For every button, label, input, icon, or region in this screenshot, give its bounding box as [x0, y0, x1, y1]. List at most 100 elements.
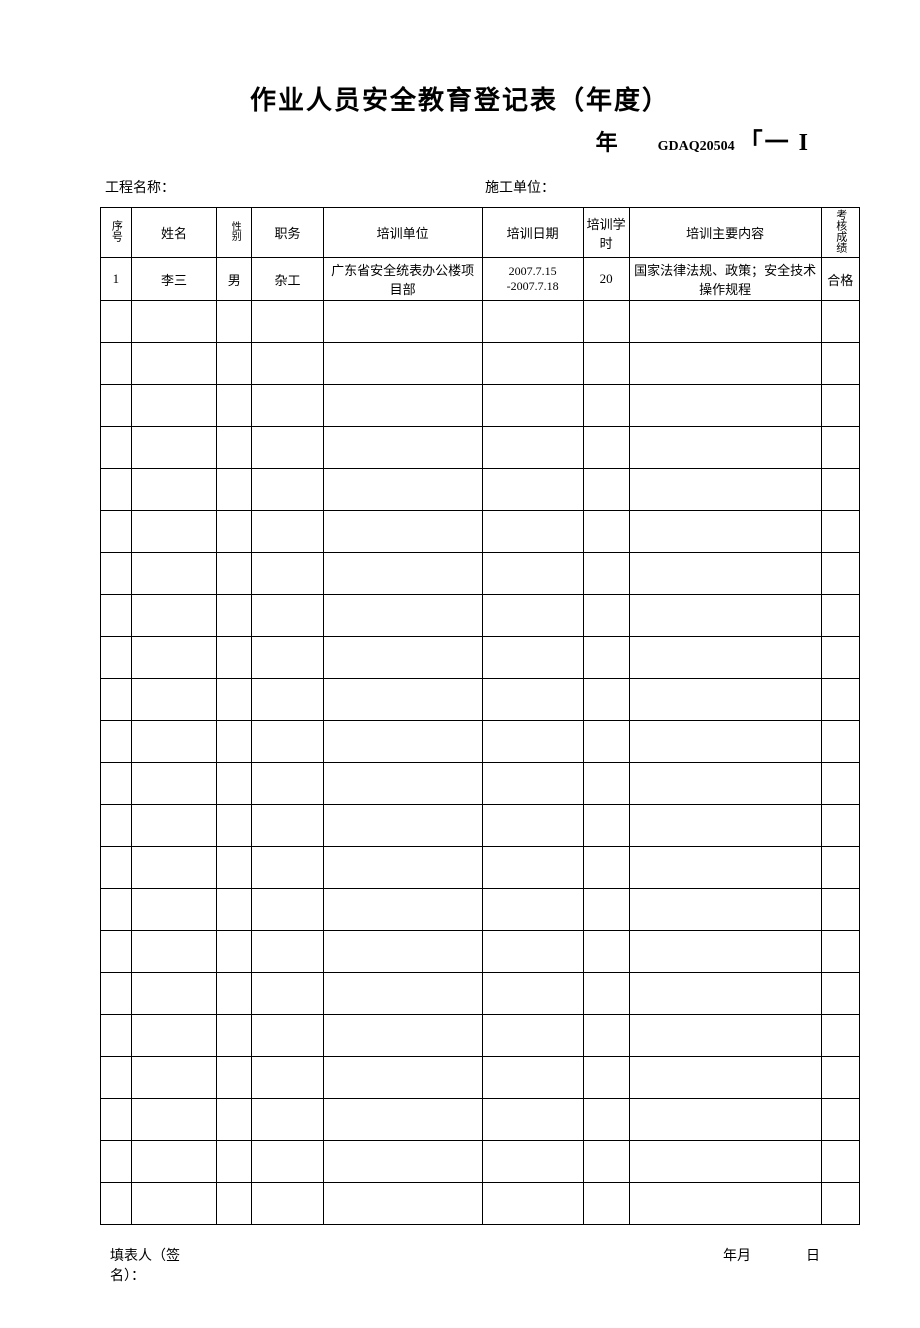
empty-cell — [629, 385, 821, 427]
code-label: GDAQ20504 — [658, 139, 735, 154]
empty-cell — [217, 931, 252, 973]
cell-name: 李三 — [131, 258, 217, 301]
empty-cell — [482, 679, 583, 721]
table-row — [101, 805, 860, 847]
empty-cell — [101, 805, 132, 847]
header-result: 考核成绩 — [821, 208, 859, 258]
table-row — [101, 889, 860, 931]
empty-cell — [252, 427, 323, 469]
table-row — [101, 343, 860, 385]
empty-cell — [131, 721, 217, 763]
empty-cell — [482, 1015, 583, 1057]
empty-cell — [629, 889, 821, 931]
empty-cell — [583, 1015, 629, 1057]
empty-cell — [101, 595, 132, 637]
empty-cell — [629, 847, 821, 889]
empty-cell — [583, 805, 629, 847]
table-row — [101, 595, 860, 637]
empty-cell — [217, 301, 252, 343]
empty-cell — [252, 1183, 323, 1225]
cell-gender: 男 — [217, 258, 252, 301]
empty-cell — [101, 343, 132, 385]
empty-cell — [629, 427, 821, 469]
empty-cell — [482, 301, 583, 343]
empty-cell — [252, 1057, 323, 1099]
empty-cell — [821, 1015, 859, 1057]
header-seq: 序号 — [101, 208, 132, 258]
project-name-label: 工程名称： — [105, 177, 485, 197]
empty-cell — [482, 1183, 583, 1225]
empty-cell — [323, 595, 482, 637]
empty-cell — [583, 973, 629, 1015]
table-row — [101, 1099, 860, 1141]
empty-cell — [629, 763, 821, 805]
empty-cell — [131, 637, 217, 679]
header-content: 培训主要内容 — [629, 208, 821, 258]
empty-cell — [131, 595, 217, 637]
empty-cell — [583, 1141, 629, 1183]
empty-cell — [323, 511, 482, 553]
empty-cell — [101, 553, 132, 595]
table-row — [101, 637, 860, 679]
table-row — [101, 427, 860, 469]
table-row — [101, 679, 860, 721]
header-unit: 培训单位 — [323, 208, 482, 258]
empty-cell — [217, 847, 252, 889]
empty-cell — [482, 847, 583, 889]
empty-cell — [629, 721, 821, 763]
empty-cell — [323, 847, 482, 889]
empty-cell — [821, 427, 859, 469]
empty-cell — [583, 679, 629, 721]
empty-cell — [252, 595, 323, 637]
empty-cell — [629, 679, 821, 721]
empty-cell — [131, 1057, 217, 1099]
table-row — [101, 385, 860, 427]
table-row — [101, 1015, 860, 1057]
empty-cell — [217, 1141, 252, 1183]
footer-year-month: 年月 — [723, 1245, 751, 1285]
empty-cell — [101, 1057, 132, 1099]
subtitle-row: 年 GDAQ20504 「一 I — [60, 122, 860, 157]
empty-cell — [821, 469, 859, 511]
empty-cell — [482, 721, 583, 763]
empty-cell — [323, 1099, 482, 1141]
empty-cell — [821, 931, 859, 973]
empty-cell — [482, 427, 583, 469]
empty-cell — [101, 721, 132, 763]
empty-cell — [821, 1183, 859, 1225]
empty-cell — [629, 343, 821, 385]
empty-cell — [821, 595, 859, 637]
empty-cell — [252, 1015, 323, 1057]
empty-cell — [482, 469, 583, 511]
info-row: 工程名称： 施工单位： — [60, 177, 860, 197]
empty-cell — [482, 385, 583, 427]
empty-cell — [821, 1057, 859, 1099]
empty-cell — [482, 805, 583, 847]
empty-cell — [323, 385, 482, 427]
empty-cell — [323, 805, 482, 847]
empty-cell — [131, 553, 217, 595]
empty-cell — [101, 385, 132, 427]
table-row — [101, 553, 860, 595]
header-gender: 性别 — [217, 208, 252, 258]
empty-cell — [131, 427, 217, 469]
empty-cell — [131, 1183, 217, 1225]
empty-cell — [131, 385, 217, 427]
table-row — [101, 469, 860, 511]
page-title: 作业人员安全教育登记表（年度） — [60, 80, 860, 117]
empty-cell — [217, 469, 252, 511]
empty-cell — [217, 511, 252, 553]
empty-cell — [217, 385, 252, 427]
table-row — [101, 847, 860, 889]
empty-cell — [323, 1183, 482, 1225]
empty-cell — [323, 763, 482, 805]
empty-cell — [252, 889, 323, 931]
empty-cell — [101, 637, 132, 679]
empty-cell — [482, 511, 583, 553]
empty-cell — [583, 763, 629, 805]
cell-hours: 20 — [583, 258, 629, 301]
empty-cell — [323, 427, 482, 469]
header-hours: 培训学时 — [583, 208, 629, 258]
empty-cell — [629, 553, 821, 595]
empty-cell — [217, 763, 252, 805]
